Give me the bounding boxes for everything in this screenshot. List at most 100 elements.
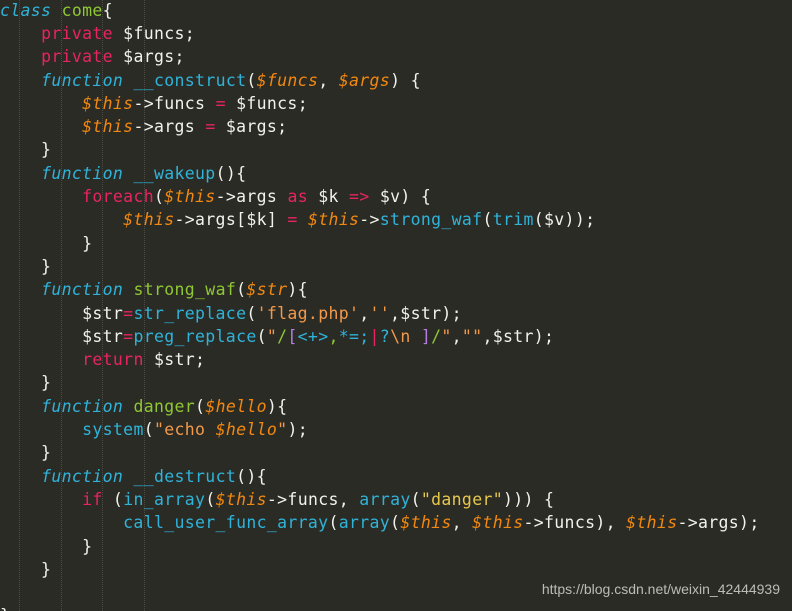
code-line[interactable]: function __destruct(){ xyxy=(0,465,792,488)
code-token: ] xyxy=(420,326,432,346)
code-line[interactable]: $str=str_replace('flag.php','',$str); xyxy=(0,302,792,325)
code-token: } xyxy=(0,536,93,556)
code-token: , xyxy=(451,513,473,533)
code-token: strong_waf xyxy=(133,280,237,300)
code-token: ( xyxy=(246,70,257,90)
code-token: "danger" xyxy=(420,489,503,509)
code-token: (){ xyxy=(236,466,267,486)
code-token: , xyxy=(451,326,462,346)
code-token: $this xyxy=(472,513,524,533)
code-token: , xyxy=(359,303,370,323)
code-line[interactable]: class come{ xyxy=(0,0,792,22)
code-line[interactable]: $str=preg_replace("/[<+>,*=;|?\n ]/","",… xyxy=(0,325,792,348)
code-line[interactable]: private $args; xyxy=(0,45,792,68)
code-token: ->args[$k] xyxy=(174,210,288,230)
code-token: $str xyxy=(0,303,124,323)
code-token: ,$str); xyxy=(390,303,462,323)
code-token: $this xyxy=(164,187,216,207)
code-line[interactable]: if (in_array($this->funcs, array("danger… xyxy=(0,488,792,511)
code-token: } xyxy=(0,606,10,611)
code-token: $this xyxy=(307,210,360,230)
code-token: ( xyxy=(246,303,257,323)
code-line[interactable]: } xyxy=(0,604,792,611)
code-token: (){ xyxy=(215,163,247,183)
watermark-url: https://blog.csdn.net/weixin_42444939 xyxy=(541,581,780,597)
code-token: / xyxy=(431,326,442,346)
code-token: $args xyxy=(338,70,391,90)
code-token: } xyxy=(0,559,52,579)
code-line[interactable]: function __construct($funcs, $args) { xyxy=(0,69,792,92)
code-token: as xyxy=(287,187,308,207)
code-token: return xyxy=(82,350,144,370)
code-line[interactable]: } xyxy=(0,138,792,161)
code-token: call_user_func_array xyxy=(123,513,329,533)
code-token: in_array xyxy=(123,489,206,509)
code-token: $this xyxy=(82,93,134,113)
code-token: ( xyxy=(195,396,206,416)
code-token: array xyxy=(359,489,411,509)
code-token: ( xyxy=(410,489,421,509)
code-token: function xyxy=(41,70,124,90)
code-token: function xyxy=(41,396,124,416)
code-token: $this xyxy=(82,117,134,137)
code-line[interactable]: } xyxy=(0,232,792,255)
code-token: $this xyxy=(400,513,452,533)
code-token: "" xyxy=(461,326,483,346)
code-line[interactable]: system("echo $hello"); xyxy=(0,418,792,441)
code-token: come xyxy=(61,1,103,20)
code-token: , xyxy=(328,326,339,346)
code-token: $hello xyxy=(215,420,278,440)
code-line[interactable]: } xyxy=(0,441,792,464)
code-token: 'flag.php' xyxy=(256,303,360,323)
code-token: function xyxy=(41,280,124,300)
code-line[interactable]: foreach($this->args as $k => $v) { xyxy=(0,185,792,208)
code-line[interactable]: } xyxy=(0,558,792,581)
code-token: $str xyxy=(0,326,124,346)
code-token: ->funcs xyxy=(133,93,216,113)
code-token: ); xyxy=(287,420,308,440)
code-token: } xyxy=(0,443,52,463)
code-token: } xyxy=(0,373,52,393)
code-line[interactable]: function strong_waf($str){ xyxy=(0,278,792,301)
code-token: ( xyxy=(102,489,124,509)
code-line[interactable]: } xyxy=(0,535,792,558)
code-line[interactable]: call_user_func_array(array($this, $this-… xyxy=(0,511,792,534)
code-token: ( xyxy=(390,513,401,533)
code-line[interactable]: private $funcs; xyxy=(0,22,792,45)
code-line[interactable]: $this->args = $args; xyxy=(0,115,792,138)
code-token: strong_waf xyxy=(379,210,483,230)
code-token: $hello xyxy=(205,396,267,416)
code-line[interactable]: } xyxy=(0,255,792,278)
code-token: ( xyxy=(153,187,165,207)
code-token: = xyxy=(123,326,134,346)
code-viewer[interactable]: class come{ private $funcs; private $arg… xyxy=(0,0,792,611)
code-token: $funcs xyxy=(256,70,319,90)
code-lines[interactable]: class come{ private $funcs; private $arg… xyxy=(0,0,792,611)
code-token: = xyxy=(123,303,134,323)
code-token: = xyxy=(287,210,298,230)
code-token: ( xyxy=(256,326,267,346)
code-line[interactable]: function danger($hello){ xyxy=(0,395,792,418)
code-token: danger xyxy=(133,396,196,416)
code-token: ( xyxy=(482,210,493,230)
code-token: | xyxy=(369,326,380,346)
code-line[interactable]: } xyxy=(0,371,792,394)
code-line[interactable]: $this->funcs = $funcs; xyxy=(0,92,792,115)
code-line[interactable]: function __wakeup(){ xyxy=(0,162,792,185)
code-line[interactable]: $this->args[$k] = $this->strong_waf(trim… xyxy=(0,208,792,231)
code-token: private xyxy=(41,24,113,43)
code-line[interactable]: return $str; xyxy=(0,348,792,371)
code-token: __wakeup xyxy=(133,163,216,183)
code-token: " xyxy=(441,326,452,346)
